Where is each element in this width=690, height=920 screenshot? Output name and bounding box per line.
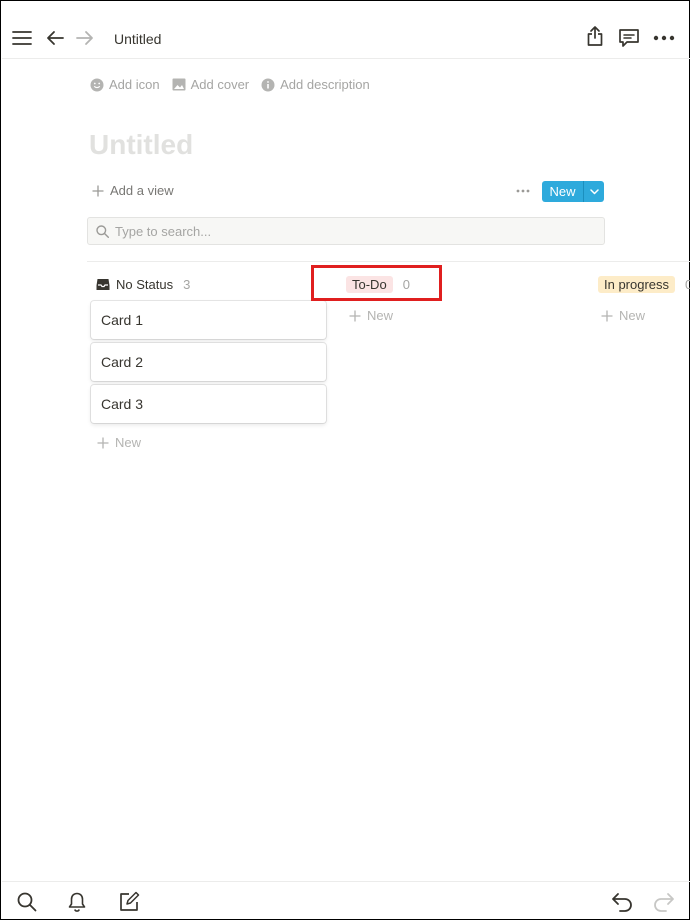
search-bar (87, 217, 605, 245)
board-card[interactable]: Card 3 (91, 385, 326, 423)
undo-icon[interactable] (610, 890, 634, 914)
plus-icon (601, 310, 613, 321)
page-title[interactable]: Untitled (89, 129, 193, 161)
board-card[interactable]: Card 1 (91, 301, 326, 339)
search-icon (96, 224, 109, 238)
chevron-down-icon[interactable] (584, 181, 604, 202)
board-card[interactable]: Card 2 (91, 343, 326, 381)
plus-icon (97, 437, 109, 448)
view-more-icon[interactable] (513, 182, 533, 200)
plus-icon (349, 310, 361, 321)
new-record-button[interactable]: New (542, 184, 583, 199)
column-label: No Status (116, 276, 174, 292)
column-count: 0 (685, 276, 690, 292)
status-tag: In progress (598, 275, 676, 293)
add-card-button[interactable]: New (349, 308, 393, 323)
menu-icon[interactable] (10, 26, 34, 50)
add-card-button[interactable]: New (97, 435, 141, 450)
bottom-toolbar (2, 881, 690, 920)
column-count: 3 (183, 276, 191, 292)
info-icon (261, 78, 275, 91)
column-header-in-progress[interactable]: In progress 0 (598, 274, 690, 294)
add-icon-label: Add icon (109, 77, 160, 92)
page-meta-actions: Add icon Add cover Add description (90, 77, 370, 92)
share-icon[interactable] (583, 24, 607, 48)
add-card-label: New (619, 308, 646, 323)
forward-arrow-icon[interactable] (73, 26, 97, 50)
add-cover-label: Add cover (190, 77, 250, 92)
add-card-label: New (115, 435, 142, 450)
compose-icon[interactable] (117, 890, 141, 914)
add-card-button[interactable]: New (601, 308, 645, 323)
add-cover-button[interactable]: Add cover (172, 77, 250, 92)
search-input[interactable] (115, 223, 585, 239)
page-breadcrumb-title[interactable]: Untitled (114, 31, 161, 47)
more-icon[interactable] (652, 26, 676, 50)
back-arrow-icon[interactable] (43, 26, 67, 50)
add-description-label: Add description (280, 77, 370, 92)
plus-icon (92, 185, 104, 196)
comment-icon[interactable] (617, 26, 641, 50)
column-header-no-status[interactable]: No Status 3 (96, 274, 190, 294)
new-record-button-group: New (542, 181, 604, 202)
smiley-icon (90, 78, 104, 91)
top-bar: Untitled (2, 2, 690, 59)
bell-icon[interactable] (65, 890, 89, 914)
add-description-button[interactable]: Add description (261, 77, 370, 92)
add-card-label: New (367, 308, 394, 323)
app-window: Untitled Add icon Add cover Add descript… (0, 0, 690, 920)
add-icon-button[interactable]: Add icon (90, 77, 160, 92)
inbox-icon (96, 278, 110, 290)
highlight-box (311, 265, 442, 301)
redo-icon[interactable] (652, 890, 676, 914)
board-divider (87, 261, 690, 262)
add-view-button[interactable]: Add a view (92, 183, 174, 198)
add-view-label: Add a view (110, 183, 174, 198)
image-icon (172, 78, 186, 91)
search-icon[interactable] (15, 890, 39, 914)
